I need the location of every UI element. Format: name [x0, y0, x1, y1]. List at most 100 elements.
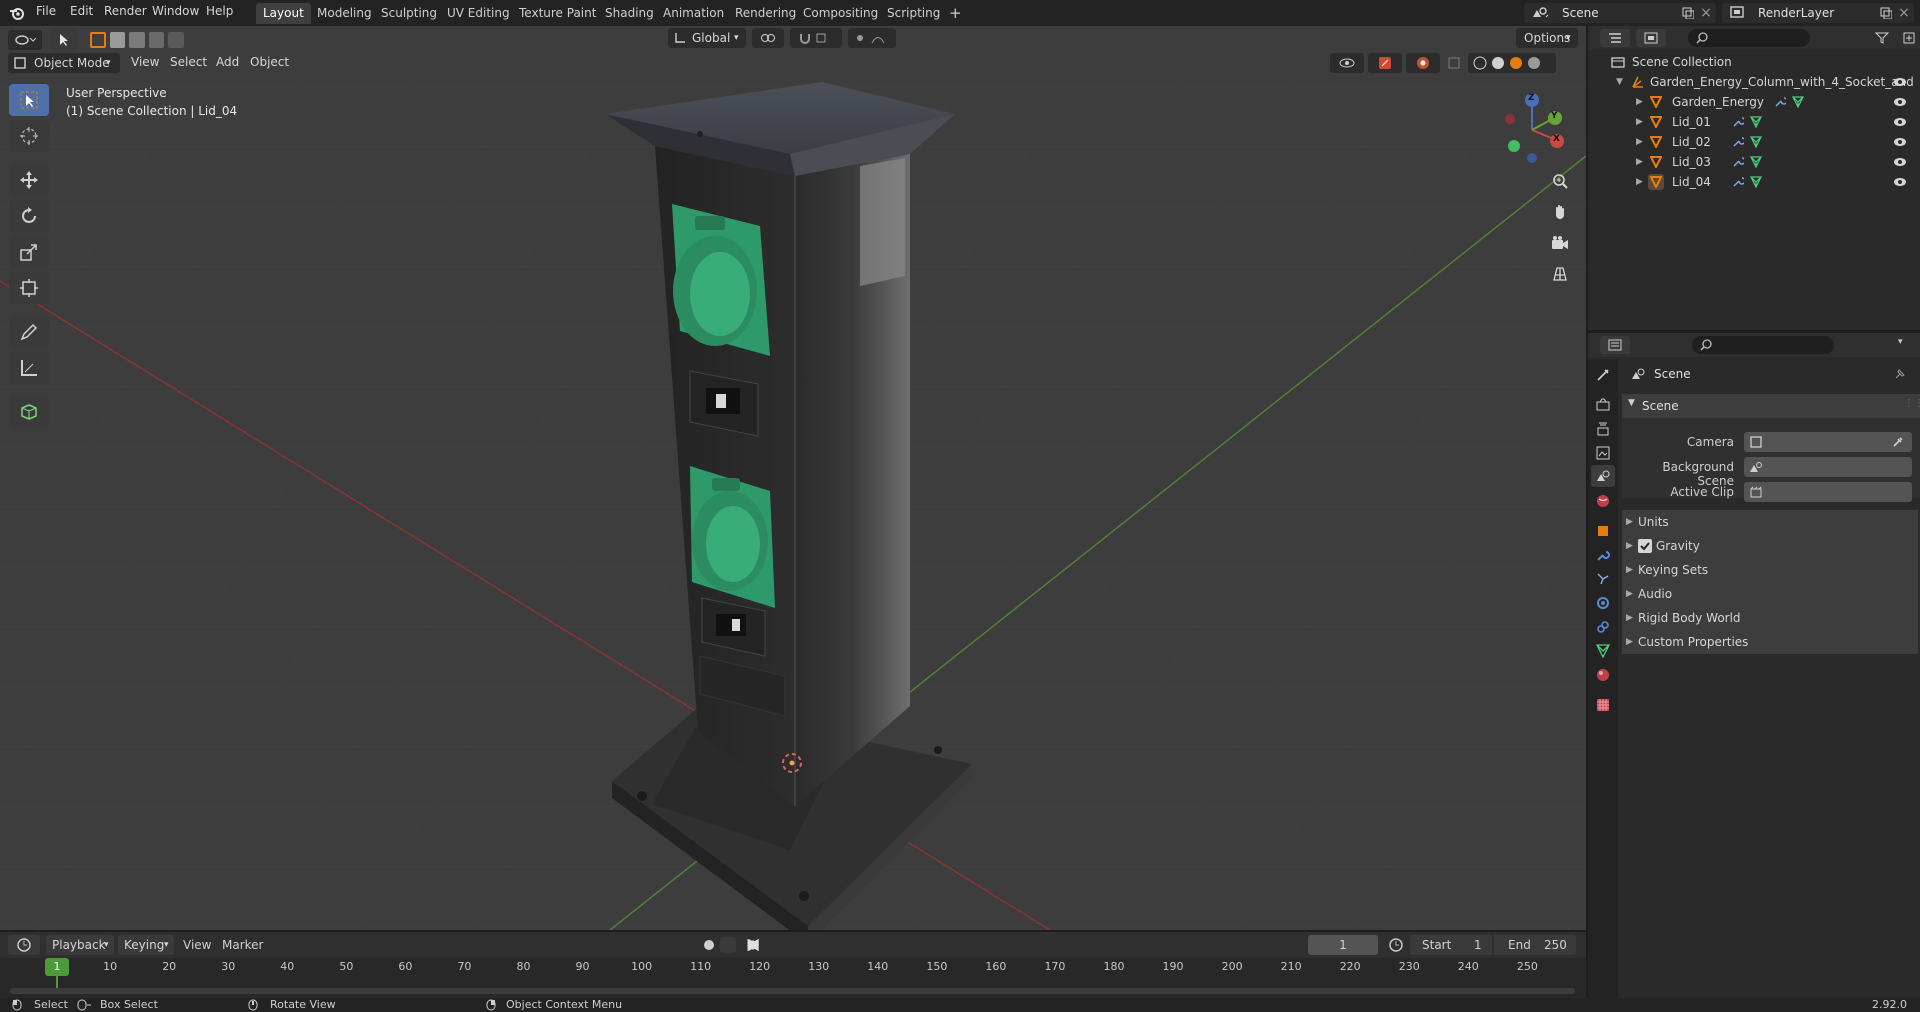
physics-tab-icon[interactable] [1593, 593, 1613, 613]
filter-icon[interactable] [1868, 29, 1898, 47]
snap-controls[interactable] [790, 28, 842, 48]
duplicate-scene-icon[interactable] [1680, 5, 1696, 21]
playback-menu[interactable]: Playback ▾ [46, 935, 114, 955]
mode-dropdown[interactable]: Object Mode ▾ [8, 53, 120, 73]
outliner-item[interactable]: ▶ Garden_Energy [1588, 92, 1920, 112]
expand-right-icon[interactable]: ▶ [1636, 112, 1643, 132]
expand-right-icon[interactable]: ▶ [1636, 132, 1643, 152]
timeline-scrollbar[interactable] [10, 988, 1575, 994]
tab-sculpting[interactable]: Sculpting [374, 3, 444, 24]
tab-modeling[interactable]: Modeling [310, 3, 379, 24]
menu-marker[interactable]: Marker [222, 938, 263, 952]
select-tool-toggle[interactable] [50, 28, 78, 52]
scene-section-header[interactable]: ▼ Scene ⋮⋮ [1622, 394, 1920, 418]
expand-right-icon[interactable]: ▶ [1636, 172, 1643, 192]
tool-annotate[interactable] [9, 316, 49, 348]
outliner-scene-collection[interactable]: Scene Collection [1588, 52, 1920, 72]
menu-view[interactable]: View [131, 55, 159, 69]
material-tab-icon[interactable] [1593, 665, 1613, 685]
visibility-eye-icon[interactable] [1892, 114, 1908, 130]
remove-scene-icon[interactable]: × [1698, 5, 1714, 21]
tab-texture-paint[interactable]: Texture Paint [512, 3, 603, 24]
visibility-eye-icon[interactable] [1892, 94, 1908, 110]
selection-mode-buttons[interactable] [90, 30, 184, 50]
tool-transform[interactable] [9, 272, 49, 304]
background-scene-field[interactable] [1744, 457, 1912, 477]
tool-measure[interactable] [9, 352, 49, 384]
camera-view-icon[interactable] [1546, 229, 1574, 257]
world-tab-icon[interactable] [1593, 491, 1613, 511]
render-tab-icon[interactable] [1593, 395, 1613, 415]
tab-compositing[interactable]: Compositing [796, 3, 885, 24]
orientation-dropdown[interactable]: Global ▾ [668, 28, 746, 48]
view-layer-selector[interactable]: RenderLayer × [1722, 3, 1914, 23]
xray-toggle-icon[interactable] [1444, 53, 1464, 73]
end-frame-field[interactable]: End 250 [1494, 935, 1576, 955]
particles-tab-icon[interactable] [1593, 569, 1613, 589]
select-intersect-icon[interactable] [168, 32, 184, 48]
remove-layer-icon[interactable]: × [1896, 5, 1912, 21]
outliner-search-input[interactable] [1688, 29, 1810, 47]
pivot-dropdown[interactable] [752, 28, 784, 48]
panel-audio[interactable]: ▶ Audio [1622, 582, 1918, 606]
tab-uv-editing[interactable]: UV Editing [440, 3, 517, 24]
proportional-edit[interactable] [848, 28, 896, 48]
pin-icon[interactable] [1892, 366, 1908, 382]
expand-down-icon[interactable]: ▼ [1616, 72, 1623, 92]
camera-field[interactable] [1744, 432, 1912, 452]
tool-select-box[interactable] [9, 84, 49, 116]
current-frame-field[interactable]: 1 [1308, 935, 1378, 955]
select-new-icon[interactable] [90, 32, 106, 48]
outliner-item-active[interactable]: ▶ Lid_04 [1588, 172, 1920, 192]
shading-mode-group[interactable] [1468, 53, 1556, 73]
tab-layout[interactable]: Layout [256, 3, 311, 24]
blender-logo-icon[interactable] [6, 3, 28, 23]
visibility-eye-icon[interactable] [1892, 74, 1908, 90]
tool-cursor[interactable] [9, 120, 49, 152]
tool-scale[interactable] [9, 236, 49, 268]
visibility-eye-icon[interactable] [1892, 154, 1908, 170]
panel-keying-sets[interactable]: ▶ Keying Sets [1622, 558, 1918, 582]
menu-view[interactable]: View [183, 938, 211, 952]
select-subtract-icon[interactable] [129, 32, 145, 48]
clock-editor-icon[interactable] [8, 935, 40, 955]
outliner-item[interactable]: ▼ Garden_Energy_Column_with_4_Socket_and [1588, 72, 1920, 92]
menu-select[interactable]: Select [170, 55, 207, 69]
expand-right-icon[interactable]: ▶ [1636, 152, 1643, 172]
menu-file[interactable]: File [36, 4, 56, 18]
outliner-item[interactable]: ▶ Lid_03 [1588, 152, 1920, 172]
active-clip-field[interactable] [1744, 482, 1912, 502]
object-tab-icon[interactable] [1593, 521, 1613, 541]
overlays-toggle-icon[interactable] [1406, 53, 1440, 73]
pan-hand-icon[interactable] [1546, 198, 1574, 226]
select-extend-icon[interactable] [109, 32, 126, 48]
texture-tab-icon[interactable] [1593, 695, 1613, 715]
outliner-item[interactable]: ▶ Lid_02 [1588, 132, 1920, 152]
3d-viewport[interactable]: Object Mode ▾ View Select Add Object Glo… [0, 26, 1586, 930]
ortho-grid-icon[interactable] [1546, 260, 1574, 288]
panel-custom-properties[interactable]: ▶ Custom Properties [1622, 630, 1918, 654]
gravity-checkbox[interactable] [1638, 539, 1652, 553]
menu-help[interactable]: Help [206, 4, 233, 18]
new-collection-icon[interactable] [1900, 29, 1918, 47]
menu-window[interactable]: Window [152, 4, 199, 18]
select-invert-icon[interactable] [148, 32, 165, 48]
duplicate-layer-icon[interactable] [1878, 5, 1894, 21]
outliner-item[interactable]: ▶ Lid_01 [1588, 112, 1920, 132]
zoom-icon[interactable] [1546, 167, 1574, 195]
visibility-eye-icon[interactable] [1892, 134, 1908, 150]
editor-type-button[interactable] [8, 30, 42, 50]
chevron-down-icon[interactable]: ▾ [1898, 337, 1903, 347]
properties-search-input[interactable] [1692, 336, 1834, 354]
display-mode-icon[interactable] [1636, 29, 1666, 47]
jump-end-icon[interactable] [744, 936, 762, 954]
tool-add-cube[interactable] [9, 396, 49, 428]
preview-range-clock-icon[interactable] [1386, 936, 1406, 954]
outliner-panel[interactable]: Scene Collection ▼ Garden_Energy_Column_… [1588, 26, 1920, 330]
menu-render[interactable]: Render [104, 4, 147, 18]
scene-selector[interactable]: Scene × [1524, 3, 1716, 23]
panel-units[interactable]: ▶ Units [1622, 510, 1918, 534]
tab-rendering[interactable]: Rendering [728, 3, 803, 24]
scene-tab-icon[interactable] [1591, 465, 1615, 487]
modifiers-tab-icon[interactable] [1593, 545, 1613, 565]
